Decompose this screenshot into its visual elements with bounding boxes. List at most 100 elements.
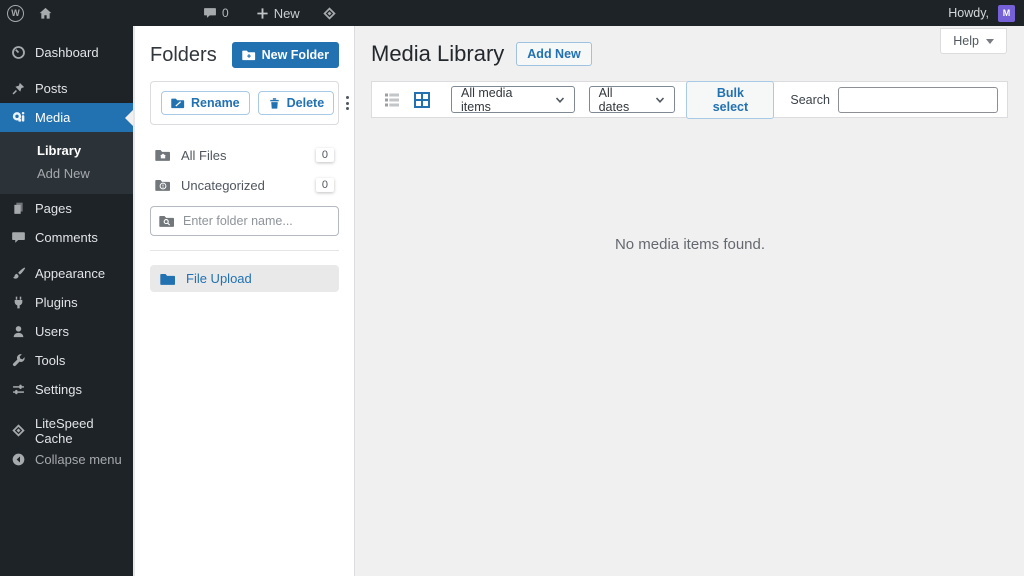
- user-icon: [10, 324, 26, 339]
- chevron-down-icon: [656, 96, 665, 103]
- sidebar-label: Users: [35, 324, 69, 339]
- bulk-select-button[interactable]: Bulk select: [686, 80, 775, 119]
- sidebar-label: Plugins: [35, 295, 78, 310]
- sidebar-label: Settings: [35, 382, 82, 397]
- media-folders-icon: [10, 110, 26, 125]
- rename-folder-button[interactable]: Rename: [161, 91, 250, 115]
- litespeed-diamond-icon: [322, 6, 337, 21]
- new-label: New: [273, 5, 300, 21]
- rename-label: Rename: [191, 96, 240, 110]
- folder-edit-icon: [171, 96, 185, 110]
- folder-more-options-button[interactable]: [342, 92, 353, 114]
- new-folder-button[interactable]: New Folder: [231, 42, 339, 68]
- sidebar-label: Tools: [35, 353, 66, 368]
- admin-bar-new[interactable]: New: [249, 0, 307, 26]
- user-avatar: M: [998, 4, 1015, 22]
- wrench-icon: [10, 353, 26, 368]
- sidebar-item-settings[interactable]: Settings: [0, 375, 133, 404]
- folders-panel-header: Folders New Folder: [150, 42, 339, 68]
- sidebar-item-tools[interactable]: Tools: [0, 346, 133, 375]
- delete-folder-button[interactable]: Delete: [257, 91, 335, 115]
- admin-bar-comments[interactable]: 0: [196, 0, 236, 26]
- media-search-input[interactable]: [838, 86, 998, 113]
- sidebar-label: Pages: [35, 201, 72, 216]
- comments-count: 0: [222, 6, 229, 20]
- sidebar-item-users[interactable]: Users: [0, 317, 133, 346]
- paintbrush-icon: [10, 266, 26, 281]
- pages-icon: [10, 201, 26, 216]
- sidebar-label: Media: [35, 110, 71, 125]
- plug-icon: [10, 295, 26, 310]
- submenu-item-add-new[interactable]: Add New: [0, 162, 133, 185]
- sidebar-item-comments[interactable]: Comments: [0, 223, 133, 252]
- grid-view-button[interactable]: [411, 89, 433, 111]
- list-view-button[interactable]: [381, 89, 403, 111]
- wordpress-logo-icon: W: [7, 4, 24, 22]
- sidebar-label: Dashboard: [35, 45, 99, 60]
- dashboard-icon: [10, 45, 26, 60]
- folder-list: All Files 0 Uncategorized 0: [150, 140, 339, 200]
- folder-row-uncategorized[interactable]: Uncategorized 0: [150, 170, 339, 200]
- comment-bubble-icon: [10, 230, 26, 245]
- pushpin-icon: [10, 81, 26, 96]
- plus-icon: [256, 7, 269, 20]
- add-new-media-button[interactable]: Add New: [516, 42, 592, 66]
- media-type-filter-value: All media items: [461, 85, 513, 114]
- collapse-arrow-icon: [10, 452, 26, 467]
- media-type-filter-select[interactable]: All media items: [451, 85, 575, 114]
- sidebar-item-plugins[interactable]: Plugins: [0, 288, 133, 317]
- page-title-row: Media Library Add New: [356, 26, 1024, 67]
- empty-state-message: No media items found.: [614, 236, 766, 253]
- folder-search-field: [150, 206, 339, 236]
- folder-row-all-files[interactable]: All Files 0: [150, 140, 339, 170]
- menu-separator: [0, 252, 133, 259]
- folder-actions-card: Rename Delete: [150, 81, 350, 125]
- sidebar-label: Appearance: [35, 266, 106, 281]
- trash-icon: [268, 97, 281, 110]
- search-label: Search: [790, 92, 830, 107]
- list-view-icon: [385, 93, 399, 106]
- visit-site-button[interactable]: [31, 0, 60, 26]
- folder-home-icon: [155, 147, 171, 163]
- sidebar-label: Comments: [35, 230, 98, 245]
- date-filter-select[interactable]: All dates: [588, 86, 676, 114]
- collapse-menu-button[interactable]: Collapse menu: [0, 445, 133, 474]
- admin-bar-litespeed[interactable]: [315, 0, 344, 26]
- folder-info-icon: [155, 177, 171, 193]
- folder-count-badge: 0: [315, 148, 334, 162]
- grid-view-icon: [414, 91, 430, 108]
- sidebar-item-pages[interactable]: Pages: [0, 194, 133, 223]
- main-content: Help Media Library Add New All media ite…: [356, 26, 1024, 576]
- sidebar-label: Posts: [35, 81, 68, 96]
- comment-bubble-icon: [203, 6, 217, 20]
- howdy-label: Howdy,: [948, 6, 989, 20]
- sidebar-item-appearance[interactable]: Appearance: [0, 259, 133, 288]
- chevron-down-icon: [555, 96, 564, 103]
- divider: [150, 250, 339, 251]
- sidebar-item-posts[interactable]: Posts: [0, 74, 133, 103]
- help-label: Help: [953, 34, 979, 48]
- delete-label: Delete: [286, 96, 325, 110]
- admin-sidebar: Dashboard Posts Media Library Add New Pa…: [0, 0, 133, 576]
- new-folder-label: New Folder: [261, 48, 329, 62]
- folder-name-input[interactable]: [183, 214, 330, 228]
- sidebar-item-dashboard[interactable]: Dashboard: [0, 38, 133, 67]
- folder-plus-icon: [241, 48, 256, 62]
- file-upload-folder-row[interactable]: File Upload: [150, 265, 339, 292]
- wordpress-logo-menu[interactable]: W: [0, 0, 31, 26]
- submenu-item-library[interactable]: Library: [0, 139, 133, 162]
- sidebar-label: Collapse menu: [35, 452, 122, 467]
- folder-blue-icon: [160, 271, 176, 287]
- help-dropdown-button[interactable]: Help: [940, 28, 1007, 54]
- media-submenu: Library Add New: [0, 132, 133, 194]
- sidebar-item-media[interactable]: Media: [0, 103, 133, 132]
- folders-panel: Folders New Folder Rename Delete All Fil…: [133, 26, 355, 576]
- admin-bar-account[interactable]: Howdy, M: [948, 4, 1024, 22]
- media-toolbar: All media items All dates Bulk select Se…: [371, 80, 1008, 119]
- settings-sliders-icon: [10, 382, 26, 397]
- menu-separator: [0, 404, 133, 416]
- home-icon: [38, 6, 53, 21]
- sidebar-item-litespeed-cache[interactable]: LiteSpeed Cache: [0, 416, 133, 446]
- page-title: Media Library: [371, 41, 505, 66]
- folders-title: Folders: [150, 43, 217, 66]
